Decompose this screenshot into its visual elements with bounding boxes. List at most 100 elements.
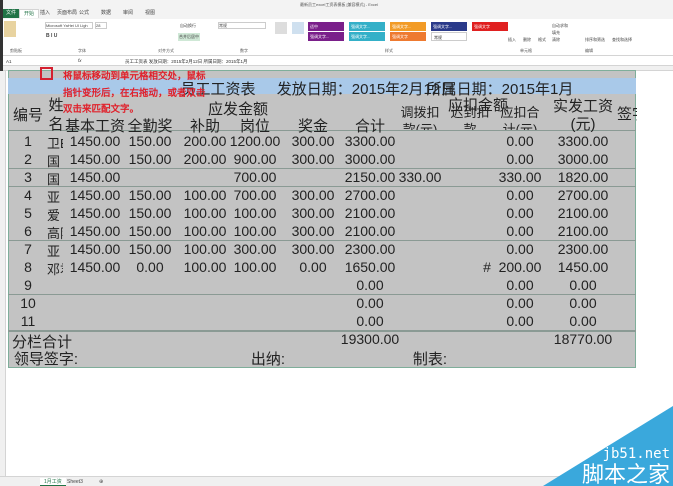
table-cell[interactable]: 1650.00 (345, 259, 396, 275)
table-cell[interactable]: 卫E (47, 133, 63, 152)
table-cell[interactable]: 150.00 (129, 133, 172, 149)
table-cell[interactable]: 300.00 (292, 187, 335, 203)
table-cell[interactable]: 330.00 (399, 169, 442, 185)
row-headers[interactable] (0, 71, 6, 476)
row-number[interactable]: 4 (24, 187, 32, 203)
table-cell[interactable]: 国 (47, 151, 63, 170)
conditional-format-icon[interactable] (275, 22, 287, 34)
table-cell[interactable]: 1450.00 (70, 151, 121, 167)
table-cell[interactable]: 300.00 (292, 151, 335, 167)
row-number[interactable]: 7 (24, 241, 32, 257)
table-cell[interactable]: 0.00 (356, 313, 383, 329)
name-box[interactable]: A1 (6, 59, 12, 64)
table-cell[interactable]: 2100.00 (558, 223, 609, 239)
table-cell[interactable]: 200.00 (499, 259, 542, 275)
table-cell[interactable]: 100.00 (184, 205, 227, 221)
table-cell[interactable]: 100.00 (184, 259, 227, 275)
table-cell[interactable]: 0.00 (506, 313, 533, 329)
table-cell[interactable]: 0.00 (569, 313, 596, 329)
table-cell[interactable]: 邓君 (47, 259, 63, 278)
table-cell[interactable]: 150.00 (129, 205, 172, 221)
table-cell[interactable]: 150.00 (129, 187, 172, 203)
table-cell[interactable]: 300.00 (292, 241, 335, 257)
cell-style-1[interactable]: 强调文字... (349, 22, 385, 31)
fx-button[interactable]: fx (78, 58, 82, 63)
table-cell[interactable]: 300.00 (292, 223, 335, 239)
table-cell[interactable]: 1450.00 (70, 205, 121, 221)
edit-2-button[interactable]: 清除 (552, 37, 560, 43)
table-cell[interactable]: 0.00 (506, 205, 533, 221)
row-number[interactable]: 11 (21, 313, 36, 329)
formula-input[interactable]: 员工工资表 发放日期：2015年2月12日 所属日期：2015年1月 (125, 59, 248, 65)
table-cell[interactable]: 0.00 (506, 277, 533, 293)
tab-5[interactable]: 数据 (97, 9, 115, 18)
table-cell[interactable]: 0.00 (506, 241, 533, 257)
table-cell[interactable]: 100.00 (184, 241, 227, 257)
add-sheet-icon[interactable]: ⊕ (95, 478, 107, 486)
table-cell[interactable]: 0.00 (506, 133, 533, 149)
table-cell[interactable]: 3300.00 (558, 133, 609, 149)
table-cell[interactable]: 0.00 (569, 295, 596, 311)
row-number[interactable]: 6 (24, 223, 32, 239)
table-cell[interactable]: 3000.00 (558, 151, 609, 167)
cells-1-button[interactable]: 删除 (523, 37, 531, 43)
table-cell[interactable]: 国 (47, 169, 63, 188)
table-cell[interactable]: 0.00 (506, 187, 533, 203)
table-cell[interactable]: 1200.00 (230, 133, 281, 149)
table-cell[interactable]: 2700.00 (558, 187, 609, 203)
cell-style-7[interactable]: 强调文字 (390, 32, 426, 41)
table-cell[interactable]: 亚 (47, 241, 63, 260)
table-cell[interactable]: 0.00 (506, 151, 533, 167)
edit-0-button[interactable]: 自动求和 (552, 23, 568, 29)
cell-style-3[interactable]: 强调文字... (431, 22, 467, 31)
cell-style-4[interactable]: 强调文字 (472, 22, 508, 31)
table-cell[interactable]: 3300.00 (345, 133, 396, 149)
row-number[interactable]: 3 (24, 169, 32, 185)
row-number[interactable]: 2 (24, 151, 32, 167)
table-cell[interactable]: 1450.00 (70, 133, 121, 149)
table-cell[interactable]: 200.00 (184, 133, 227, 149)
sheet-tab-1[interactable]: 1月工资 (40, 478, 66, 486)
table-cell[interactable]: 0.00 (136, 259, 163, 275)
number-format-select[interactable]: 常规 (218, 22, 266, 29)
table-cell[interactable]: 150.00 (129, 223, 172, 239)
table-cell[interactable]: 100.00 (184, 187, 227, 203)
table-cell[interactable]: 1450.00 (70, 187, 121, 203)
font-name-select[interactable]: Microsoft YaHei UI Ligh (45, 22, 93, 29)
cell-style-6[interactable]: 强调文字... (349, 32, 385, 41)
table-cell[interactable]: 0.00 (506, 295, 533, 311)
table-cell[interactable]: 2100.00 (345, 223, 396, 239)
table-cell[interactable]: 1450.00 (70, 259, 121, 275)
table-cell[interactable]: 2300.00 (345, 241, 396, 257)
cell-style-0[interactable]: 适中 (308, 22, 344, 31)
merge-center-button[interactable]: 合并后居中 (178, 33, 200, 41)
table-cell[interactable]: 1450.00 (70, 223, 121, 239)
table-cell[interactable]: 0.00 (569, 277, 596, 293)
table-cell[interactable]: 3000.00 (345, 151, 396, 167)
table-cell[interactable]: 200.00 (184, 151, 227, 167)
table-cell[interactable]: 1820.00 (558, 169, 609, 185)
paste-icon[interactable] (4, 21, 16, 37)
table-cell[interactable]: 亚 (47, 187, 63, 206)
table-cell[interactable]: 100.00 (234, 223, 277, 239)
cells-0-button[interactable]: 插入 (508, 37, 516, 43)
tab-2[interactable]: 插入 (36, 9, 54, 18)
cell-style-2[interactable]: 强调文字... (390, 22, 426, 31)
table-cell[interactable]: 300.00 (292, 205, 335, 221)
table-cell[interactable]: 1450.00 (70, 169, 121, 185)
sheet-tab-2[interactable]: Sheet3 (63, 478, 87, 486)
edit-3-button[interactable]: 排序和筛选 (585, 37, 605, 43)
table-cell[interactable]: 2300.00 (558, 241, 609, 257)
table-cell[interactable]: 0.00 (356, 277, 383, 293)
row-number[interactable]: 9 (24, 277, 32, 293)
edit-1-button[interactable]: 填充 (552, 30, 560, 36)
table-cell[interactable]: 爱 (47, 205, 63, 224)
table-cell[interactable]: 300.00 (234, 241, 277, 257)
table-cell[interactable]: 150.00 (129, 241, 172, 257)
table-cell[interactable]: 100.00 (234, 205, 277, 221)
table-cell[interactable]: 2100.00 (345, 205, 396, 221)
cell-style-5[interactable]: 强调文字... (308, 32, 344, 41)
table-cell[interactable]: 0.00 (506, 223, 533, 239)
table-cell[interactable]: 2700.00 (345, 187, 396, 203)
wrap-text-button[interactable]: 自动换行 (180, 23, 196, 29)
